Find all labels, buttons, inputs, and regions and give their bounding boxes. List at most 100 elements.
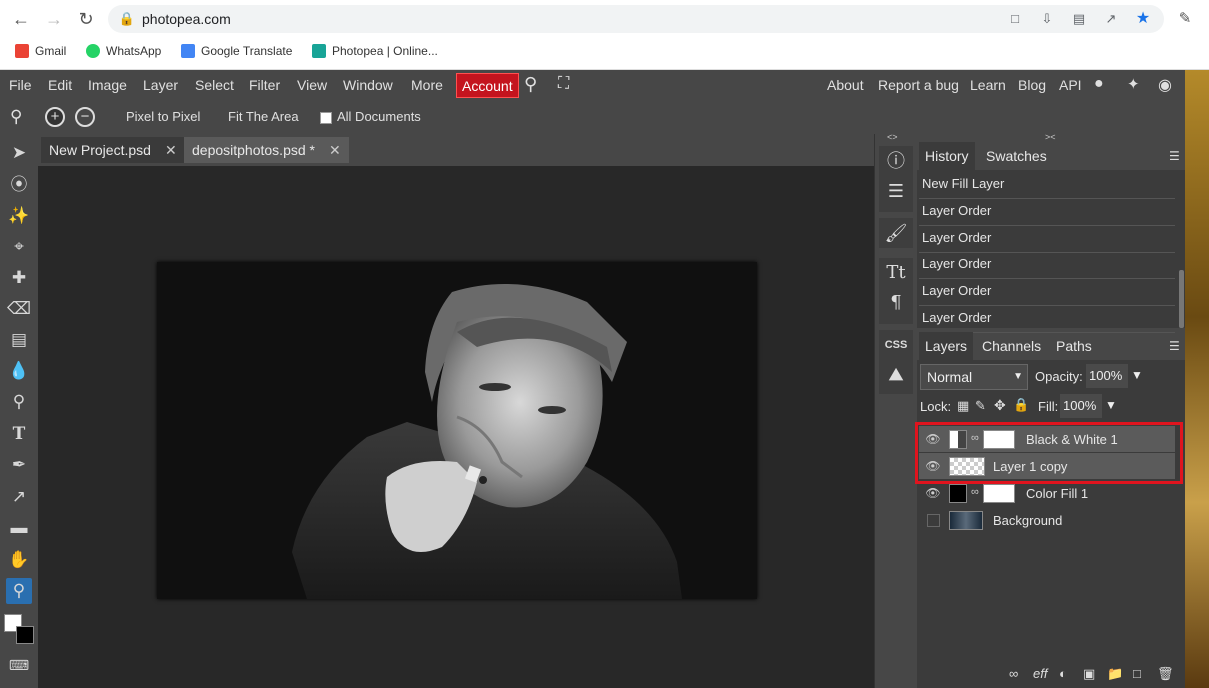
- type-tool-icon[interactable]: T: [6, 421, 32, 447]
- back-icon[interactable]: ←: [10, 8, 32, 30]
- keyboard-icon[interactable]: ⌨: [6, 652, 32, 678]
- link-report-bug[interactable]: Report a bug: [878, 77, 959, 93]
- path-select-icon[interactable]: ↗: [6, 484, 32, 510]
- mask-icon[interactable]: ▣: [1083, 666, 1095, 682]
- link-api[interactable]: API: [1059, 77, 1082, 93]
- tab-new-project[interactable]: New Project.psd ✕: [41, 137, 185, 163]
- effects-icon[interactable]: eff: [1033, 666, 1047, 681]
- history-item[interactable]: Layer Order: [919, 199, 1175, 226]
- tab-depositphotos[interactable]: depositphotos.psd * ✕: [184, 137, 349, 163]
- menu-window[interactable]: Window: [343, 77, 393, 93]
- menu-more[interactable]: More: [411, 77, 443, 93]
- address-bar[interactable]: 🔒 photopea.com □ ⇩ ▤ ↗ ★: [108, 5, 1164, 33]
- tab-history[interactable]: History: [919, 142, 975, 170]
- lock-pixels-icon[interactable]: ✎: [975, 398, 986, 414]
- lock-position-icon[interactable]: ✥: [994, 397, 1006, 414]
- bookmark-google-translate[interactable]: Google Translate: [181, 43, 292, 59]
- history-scrollbar[interactable]: [1179, 270, 1184, 328]
- twitter-icon[interactable]: ✦: [1127, 75, 1140, 93]
- history-item[interactable]: Layer Order: [919, 252, 1175, 279]
- search-icon[interactable]: ⚲: [524, 74, 537, 95]
- lock-transparency-icon[interactable]: ▦: [957, 398, 969, 414]
- tab-channels[interactable]: Channels: [976, 332, 1047, 360]
- history-item[interactable]: New Fill Layer: [919, 172, 1175, 199]
- page-icon[interactable]: ▤: [1070, 10, 1088, 28]
- link-blog[interactable]: Blog: [1018, 77, 1046, 93]
- zoom-in-icon[interactable]: +: [45, 107, 65, 127]
- dodge-tool-icon[interactable]: ⚲: [6, 389, 32, 415]
- collapse-arrows-icon[interactable]: <>: [887, 132, 898, 142]
- menu-image[interactable]: Image: [88, 77, 127, 93]
- new-layer-icon[interactable]: □: [1133, 666, 1141, 681]
- folder-icon[interactable]: 📁: [1107, 666, 1123, 682]
- menu-filter[interactable]: Filter: [249, 77, 280, 93]
- layer-thumbnail[interactable]: [949, 511, 983, 530]
- opacity-field[interactable]: 100%: [1086, 364, 1128, 388]
- panel-menu-icon[interactable]: ☰: [1169, 339, 1180, 353]
- healing-brush-icon[interactable]: ✚: [6, 265, 32, 291]
- eraser-tool-icon[interactable]: ⌫: [6, 296, 32, 322]
- zoom-tool-button-icon[interactable]: ⚲: [6, 578, 32, 604]
- reload-icon[interactable]: ↻: [75, 8, 97, 30]
- menu-view[interactable]: View: [297, 77, 327, 93]
- crop-tool-icon[interactable]: ⌖: [6, 234, 32, 260]
- bookmark-whatsapp[interactable]: WhatsApp: [86, 43, 161, 59]
- menu-layer[interactable]: Layer: [143, 77, 178, 93]
- menu-select[interactable]: Select: [195, 77, 234, 93]
- trash-icon[interactable]: 🗑: [1157, 666, 1174, 682]
- fullscreen-icon[interactable]: ⛶: [558, 75, 569, 93]
- layer-mask-thumb[interactable]: [983, 484, 1015, 503]
- history-item[interactable]: Layer Order: [919, 226, 1175, 253]
- eyedropper-extension-icon[interactable]: ✎: [1174, 8, 1196, 30]
- collapse-arrows-icon[interactable]: ><: [1045, 132, 1056, 142]
- bookmark-star-icon[interactable]: ★: [1134, 10, 1152, 28]
- blend-mode-select[interactable]: Normal ▼: [920, 364, 1028, 390]
- share-icon[interactable]: ↗: [1102, 10, 1120, 28]
- layer-row-background[interactable]: Background: [919, 507, 1175, 534]
- menu-edit[interactable]: Edit: [48, 77, 72, 93]
- background-color-swatch[interactable]: [16, 626, 34, 644]
- rectangle-tool-icon[interactable]: ▬: [6, 515, 32, 541]
- document-canvas[interactable]: [157, 262, 757, 599]
- bookmark-photopea[interactable]: Photopea | Online...: [312, 43, 438, 59]
- opacity-dropdown-icon[interactable]: ▼: [1131, 368, 1143, 382]
- all-documents-checkbox[interactable]: [320, 112, 332, 124]
- close-icon[interactable]: ✕: [165, 142, 177, 158]
- hand-tool-icon[interactable]: ✋: [6, 547, 32, 573]
- facebook-icon[interactable]: ◉: [1158, 75, 1172, 95]
- css-panel-icon[interactable]: CSS ⛰: [879, 330, 913, 394]
- visibility-toggle-off[interactable]: [927, 514, 940, 527]
- magic-wand-icon[interactable]: ✨: [6, 203, 32, 229]
- lock-all-icon[interactable]: 🔒: [1013, 397, 1029, 413]
- layer-row-color-fill[interactable]: 👁 ∞ Color Fill 1: [919, 480, 1175, 507]
- link-learn[interactable]: Learn: [970, 77, 1006, 93]
- account-button[interactable]: Account: [456, 73, 519, 98]
- panel-menu-icon[interactable]: ☰: [1169, 149, 1180, 163]
- fill-dropdown-icon[interactable]: ▼: [1105, 398, 1117, 412]
- lasso-tool-icon[interactable]: ⦿: [6, 172, 32, 198]
- install-icon[interactable]: ⇩: [1038, 10, 1056, 28]
- fill-field[interactable]: 100%: [1060, 394, 1102, 418]
- tab-search-icon[interactable]: □: [1006, 10, 1024, 28]
- brush-panel-icon[interactable]: 🖌: [879, 218, 913, 248]
- eye-icon[interactable]: 👁: [925, 486, 941, 500]
- fit-area-button[interactable]: Fit The Area: [228, 109, 299, 124]
- adjustment-icon[interactable]: ◐: [1059, 666, 1067, 681]
- link-layers-icon[interactable]: ∞: [1009, 666, 1018, 681]
- menu-file[interactable]: File: [9, 77, 32, 93]
- tab-layers[interactable]: Layers: [919, 332, 974, 360]
- history-item[interactable]: Layer Order: [919, 279, 1175, 306]
- move-tool-icon[interactable]: ➤: [6, 140, 32, 166]
- pixel-to-pixel-button[interactable]: Pixel to Pixel: [126, 109, 200, 124]
- tab-paths[interactable]: Paths: [1050, 332, 1098, 360]
- bookmark-gmail[interactable]: Gmail: [15, 43, 66, 59]
- gradient-tool-icon[interactable]: ▤: [6, 327, 32, 353]
- close-icon[interactable]: ✕: [329, 142, 341, 158]
- forward-icon[interactable]: →: [43, 8, 65, 30]
- zoom-out-icon[interactable]: −: [75, 107, 95, 127]
- info-panel-icon[interactable]: ⓘ ☰: [879, 146, 913, 212]
- history-item[interactable]: Layer Order: [919, 306, 1175, 333]
- link-about[interactable]: About: [827, 77, 864, 93]
- blur-tool-icon[interactable]: 💧: [6, 358, 32, 384]
- lock-icon[interactable]: 🔒: [118, 10, 136, 28]
